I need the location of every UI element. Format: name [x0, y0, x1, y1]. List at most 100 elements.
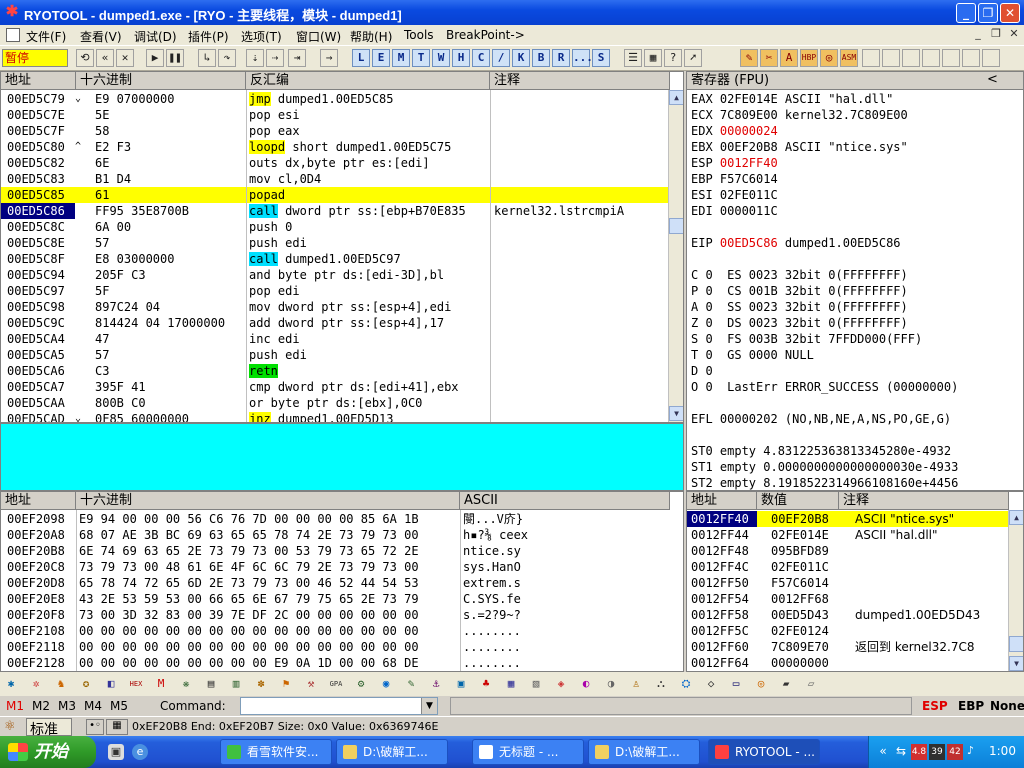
- stack-scroll-up-icon[interactable]: ▲: [1009, 510, 1023, 525]
- stack-pane[interactable]: 地址 数值 注释 0012FF40 00EF20B8 ASCII "ntice.sy…: [686, 491, 1024, 672]
- trace-into-icon[interactable]: ⇣: [246, 49, 264, 67]
- network-icon[interactable]: ⇆: [893, 744, 909, 760]
- register-line[interactable]: EIP 00ED5C86 dumped1.00ED5C86: [691, 235, 1023, 251]
- disasm-row[interactable]: 00ED5C85 61 popad: [1, 187, 668, 203]
- stack-row[interactable]: 0012FF58 00ED5D43 dumped1.00ED5D43: [687, 607, 1008, 623]
- window-button-12[interactable]: S: [592, 49, 610, 67]
- menu-item-8[interactable]: BreakPoint->: [446, 28, 525, 42]
- window-button-5[interactable]: H: [452, 49, 470, 67]
- ime-icon[interactable]: ⚛: [4, 719, 24, 735]
- plugin-tool-32-icon[interactable]: ▱: [802, 675, 820, 693]
- dump-row[interactable]: 00EF20E8 43 2E 53 59 53 00 66 65 6E 67 79…: [1, 591, 683, 607]
- mdi-close-icon[interactable]: ✕: [1006, 27, 1022, 42]
- register-line[interactable]: D 0: [691, 363, 1023, 379]
- register-line[interactable]: S 0 FS 003B 32bit 7FFDD000(FFF): [691, 331, 1023, 347]
- disasm-row[interactable]: 00ED5C97 5F pop edi: [1, 283, 668, 299]
- plugin-tool-29-icon[interactable]: ▭: [727, 675, 745, 693]
- disasm-row[interactable]: 00ED5C82 6E outs dx,byte ptr es:[edi]: [1, 155, 668, 171]
- plugin-tool-25-icon[interactable]: ♙: [627, 675, 645, 693]
- plugin3-icon[interactable]: A: [780, 49, 798, 67]
- register-line[interactable]: [691, 251, 1023, 267]
- menu-item-6[interactable]: 帮助(H): [350, 28, 392, 45]
- plugin-tool-15-icon[interactable]: ◉: [377, 675, 395, 693]
- register-line[interactable]: ST2 empty 8.1918522314966108160e+4456: [691, 475, 1023, 490]
- window-button-1[interactable]: E: [372, 49, 390, 67]
- plugin-tool-31-icon[interactable]: ▰: [777, 675, 795, 693]
- step-into-icon[interactable]: ↳: [198, 49, 216, 67]
- register-line[interactable]: ECX 7C809E00 kernel32.7C809E00: [691, 107, 1023, 123]
- tool7-icon[interactable]: [982, 49, 1000, 67]
- registers-header[interactable]: 寄存器 (FPU): [687, 72, 1023, 90]
- window-button-7[interactable]: /: [492, 49, 510, 67]
- window-button-9[interactable]: B: [532, 49, 550, 67]
- tool5-icon[interactable]: [942, 49, 960, 67]
- register-line[interactable]: EDI 0000011C: [691, 203, 1023, 219]
- register-line[interactable]: EAX 02FE014E ASCII "hal.dll": [691, 91, 1023, 107]
- mark-button-1[interactable]: M1: [6, 699, 24, 713]
- plugin-tool-17-icon[interactable]: ⚓: [427, 675, 445, 693]
- esp-button[interactable]: ESP: [922, 699, 948, 713]
- disasm-row[interactable]: 00ED5C7F 58 pop eax: [1, 123, 668, 139]
- disasm-row[interactable]: 00ED5C8E 57 push edi: [1, 235, 668, 251]
- window-button-8[interactable]: K: [512, 49, 530, 67]
- goto-icon[interactable]: →: [320, 49, 338, 67]
- register-line[interactable]: [691, 219, 1023, 235]
- window-button-6[interactable]: C: [472, 49, 490, 67]
- disasm-row[interactable]: 00ED5C94 205F C3 and byte ptr ds:[edi-3D],…: [1, 267, 668, 283]
- register-line[interactable]: ST1 empty 0.0000000000000000030e-4933: [691, 459, 1023, 475]
- register-line[interactable]: A 0 SS 0023 32bit 0(FFFFFFFF): [691, 299, 1023, 315]
- disassembly-pane[interactable]: 地址 十六进制 反汇编 注释 00ED5C79 ⌄ E9 07000000 jmp d…: [0, 71, 684, 423]
- plugin-tool-24-icon[interactable]: ◑: [602, 675, 620, 693]
- register-line[interactable]: EFL 00000202 (NO,NB,NE,A,NS,PO,GE,G): [691, 411, 1023, 427]
- dump-row[interactable]: 00EF2098 E9 94 00 00 00 56 C6 76 7D 00 00…: [1, 511, 683, 527]
- menu-item-2[interactable]: 调试(D): [134, 28, 177, 45]
- plugin-tool-6-icon[interactable]: M: [152, 675, 170, 693]
- menu-item-7[interactable]: Tools: [404, 28, 434, 42]
- none-button[interactable]: None: [990, 699, 1024, 713]
- mark-button-4[interactable]: M4: [84, 699, 102, 713]
- plugin-tool-2-icon[interactable]: ♞: [52, 675, 70, 693]
- window-button-3[interactable]: T: [412, 49, 430, 67]
- keyboard-icon[interactable]: ▦: [106, 719, 128, 735]
- register-line[interactable]: EBP F57C6014: [691, 171, 1023, 187]
- disasm-row[interactable]: 00ED5C7E 5E pop esi: [1, 107, 668, 123]
- close-button[interactable]: ✕: [1000, 3, 1020, 23]
- stack-row[interactable]: 0012FF50 F57C6014: [687, 575, 1008, 591]
- register-line[interactable]: [691, 427, 1023, 443]
- disasm-row[interactable]: 00ED5C86 FF95 35E8700B call dword ptr ss:[…: [1, 203, 668, 219]
- execute-till-return-icon[interactable]: ⇥: [288, 49, 306, 67]
- stack-row[interactable]: 0012FF44 02FE014E ASCII "hal.dll": [687, 527, 1008, 543]
- list-icon[interactable]: ☰: [624, 49, 642, 67]
- register-line[interactable]: P 0 CS 001B 32bit 0(FFFFFFFF): [691, 283, 1023, 299]
- plugin-tool-8-icon[interactable]: ▤: [202, 675, 220, 693]
- clock[interactable]: 1:00: [989, 744, 1016, 758]
- scroll-down-icon[interactable]: ▼: [669, 406, 683, 421]
- dump-row[interactable]: 00EF2108 00 00 00 00 00 00 00 00 00 00 00…: [1, 623, 683, 639]
- plugin-tool-22-icon[interactable]: ◈: [552, 675, 570, 693]
- register-line[interactable]: [691, 395, 1023, 411]
- mdi-window-icon[interactable]: [6, 28, 20, 42]
- menu-item-4[interactable]: 选项(T): [241, 28, 282, 45]
- plugin-tool-20-icon[interactable]: ▦: [502, 675, 520, 693]
- maximize-button[interactable]: ❐: [978, 3, 998, 23]
- disasm-row[interactable]: 00ED5C80 ^ E2 F3 loopd short dumped1.00ED5C…: [1, 139, 668, 155]
- mdi-minimize-icon[interactable]: _: [970, 27, 986, 42]
- disasm-row[interactable]: 00ED5C8F E8 03000000 call dumped1.00ED5C97: [1, 251, 668, 267]
- stack-scrollbar[interactable]: ▲ ▼: [1008, 510, 1023, 671]
- plugin2-icon[interactable]: ✂: [760, 49, 778, 67]
- command-input[interactable]: ▼: [240, 697, 438, 715]
- dump-row[interactable]: 00EF20A8 68 07 AE 3B BC 69 63 65 65 78 74…: [1, 527, 683, 543]
- window-button-2[interactable]: M: [392, 49, 410, 67]
- plugin-tool-9-icon[interactable]: ▥: [227, 675, 245, 693]
- close-process-icon[interactable]: ✕: [116, 49, 134, 67]
- plugin-tool-7-icon[interactable]: ❋: [177, 675, 195, 693]
- disasm-row[interactable]: 00ED5CAA 800B C0 or byte ptr ds:[ebx],0C0: [1, 395, 668, 411]
- arrow-icon[interactable]: ➚: [684, 49, 702, 67]
- col-header-addr[interactable]: 地址: [1, 72, 76, 90]
- registers-pane[interactable]: 寄存器 (FPU) < EAX 02FE014E ASCII "hal.dll"…: [686, 71, 1024, 491]
- dump-row[interactable]: 00EF20C8 73 79 73 00 48 61 6E 4F 6C 6C 79…: [1, 559, 683, 575]
- stack-header-addr[interactable]: 地址: [687, 492, 757, 510]
- mark-button-3[interactable]: M3: [58, 699, 76, 713]
- plugin-tool-21-icon[interactable]: ▧: [527, 675, 545, 693]
- col-header-hex[interactable]: 十六进制: [76, 72, 246, 90]
